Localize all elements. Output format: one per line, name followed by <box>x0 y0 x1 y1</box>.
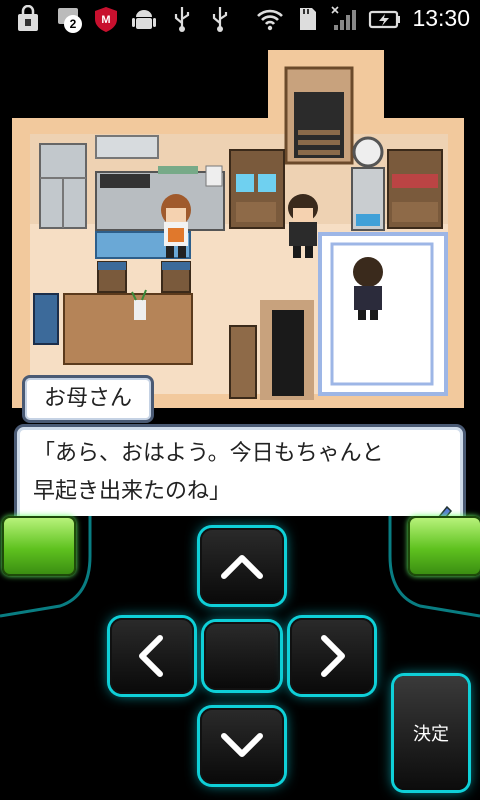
dpad-up-button[interactable] <box>200 528 284 604</box>
quill-pen-icon <box>438 505 453 516</box>
dpad-down-button[interactable] <box>200 708 284 784</box>
status-bar: 2 M 13:30 <box>0 0 480 38</box>
dpad-center <box>204 622 280 690</box>
stairs <box>294 92 344 158</box>
chevron-down-icon <box>221 733 263 757</box>
sd-card-icon <box>300 8 316 30</box>
virtual-controller: 決定 <box>0 516 480 800</box>
battery-charging-icon <box>368 10 400 29</box>
android-icon <box>132 10 156 29</box>
rug <box>318 232 448 396</box>
decide-button-label: 決定 <box>413 724 449 745</box>
shopping-bag-icon <box>18 5 38 31</box>
chevron-up-icon <box>221 555 263 579</box>
svg-text:M: M <box>101 14 110 26</box>
decide-button[interactable]: 決定 <box>394 676 468 790</box>
left-menu-button[interactable] <box>2 516 76 576</box>
doorway <box>272 310 304 396</box>
wall-clock <box>352 136 384 168</box>
dpad-left-button[interactable] <box>110 618 194 694</box>
right-menu-button[interactable] <box>408 516 480 576</box>
wifi-icon <box>257 9 283 31</box>
chevron-right-icon <box>321 635 345 677</box>
dialogue-text: 「あら、おはよう。今日もちゃんと 早起き出来たのね」 <box>33 441 384 504</box>
dining-table <box>63 293 193 365</box>
game-screen[interactable]: お母さん 「あら、おはよう。今日もちゃんと 早起き出来たのね」 <box>0 38 480 516</box>
dpad-right-button[interactable] <box>290 618 374 694</box>
dialogue-box[interactable]: 「あら、おはよう。今日もちゃんと 早起き出来たのね」 <box>14 424 466 516</box>
notification-count-badge: 2 <box>64 15 82 33</box>
chevron-left-icon <box>139 635 163 677</box>
status-bar-clock: 13:30 <box>412 5 470 31</box>
mcafee-icon: M <box>95 7 117 32</box>
speaker-name-box: お母さん <box>22 375 154 423</box>
usb-icon <box>174 7 190 32</box>
usb-icon <box>212 7 228 32</box>
signal-icon <box>331 6 356 30</box>
